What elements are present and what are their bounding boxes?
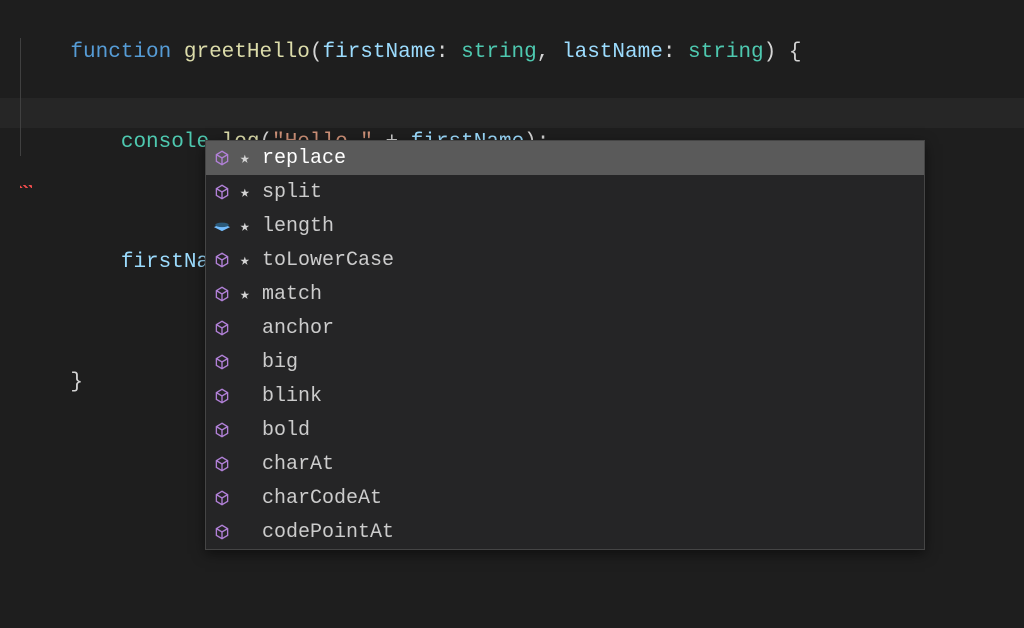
autocomplete-item-toLowerCase[interactable]: ★ toLowerCase [206,243,924,277]
object-console: console [121,131,209,154]
method-icon [212,454,232,474]
star-icon: ★ [240,216,254,236]
type-string: string [461,41,537,64]
autocomplete-label: toLowerCase [262,249,394,272]
brace-open: { [789,41,802,64]
property-icon [212,216,232,236]
param-firstname: firstName [323,41,436,64]
star-icon: ★ [240,148,254,168]
autocomplete-label: blink [262,385,322,408]
method-icon [212,318,232,338]
code-line-1[interactable]: function greetHello(firstName: string, l… [20,8,1004,98]
method-icon [212,250,232,270]
autocomplete-label: split [262,181,322,204]
method-icon [212,420,232,440]
paren-open: ( [310,41,323,64]
method-icon [212,148,232,168]
autocomplete-item-charCodeAt[interactable]: charCodeAt [206,481,924,515]
method-icon [212,352,232,372]
autocomplete-item-anchor[interactable]: anchor [206,311,924,345]
autocomplete-label: match [262,283,322,306]
autocomplete-item-replace[interactable]: ★ replace [206,141,924,175]
colon: : [663,41,676,64]
autocomplete-label: codePointAt [262,521,394,544]
indent [70,251,120,274]
indent [70,131,120,154]
comma: , [537,41,550,64]
paren-close: ) [764,41,777,64]
star-icon: ★ [240,182,254,202]
brace-close: } [70,371,83,394]
autocomplete-item-charAt[interactable]: charAt [206,447,924,481]
param-lastname: lastName [562,41,663,64]
autocomplete-label: length [262,215,334,238]
method-icon [212,182,232,202]
autocomplete-label: charCodeAt [262,487,382,510]
autocomplete-popup[interactable]: ★ replace ★ split ★ length ★ toLowerCase ★ match a… [205,140,925,550]
method-icon [212,284,232,304]
autocomplete-item-big[interactable]: big [206,345,924,379]
function-name: greetHello [184,41,310,64]
method-icon [212,386,232,406]
star-icon: ★ [240,284,254,304]
type-string: string [688,41,764,64]
autocomplete-label: anchor [262,317,334,340]
autocomplete-item-split[interactable]: ★ split [206,175,924,209]
autocomplete-item-blink[interactable]: blink [206,379,924,413]
autocomplete-label: bold [262,419,310,442]
autocomplete-item-codePointAt[interactable]: codePointAt [206,515,924,549]
autocomplete-item-match[interactable]: ★ match [206,277,924,311]
method-icon [212,522,232,542]
autocomplete-label: charAt [262,453,334,476]
keyword-function: function [70,41,171,64]
autocomplete-item-length[interactable]: ★ length [206,209,924,243]
colon: : [436,41,449,64]
autocomplete-label: replace [262,147,346,170]
autocomplete-label: big [262,351,298,374]
star-icon: ★ [240,250,254,270]
method-icon [212,488,232,508]
autocomplete-item-bold[interactable]: bold [206,413,924,447]
